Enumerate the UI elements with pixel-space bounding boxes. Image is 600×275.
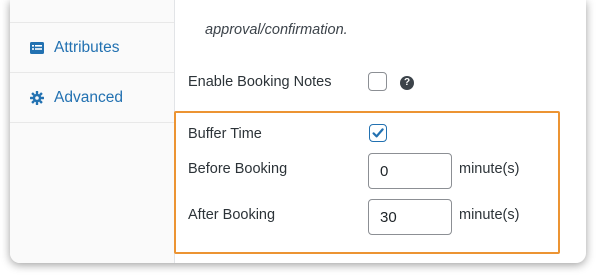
gear-icon [30,90,44,105]
sidebar-item-advanced[interactable]: Advanced [10,73,174,123]
after-booking-label: After Booking [188,207,276,223]
product-data-tabs: Attributes Advanced [10,0,175,263]
sidebar-item-attributes[interactable]: Attributes [10,23,174,73]
field-description-text: approval/confirmation. [205,22,348,38]
before-booking-input[interactable] [368,153,452,189]
sidebar-item-label: Attributes [54,38,120,56]
before-booking-label: Before Booking [188,161,288,177]
sidebar-item-label: Advanced [54,88,123,106]
buffer-time-checkbox[interactable] [369,124,387,142]
before-booking-unit: minute(s) [459,161,520,177]
enable-booking-notes-label: Enable Booking Notes [188,74,332,90]
after-booking-unit: minute(s) [459,207,520,223]
buffer-time-label: Buffer Time [188,126,262,142]
settings-panel: Attributes Advanced approval/confirmatio… [10,0,586,263]
enable-booking-notes-checkbox[interactable] [368,72,387,91]
list-table-icon [30,41,44,55]
help-tip-icon[interactable]: ? [400,76,414,90]
help-tip-glyph: ? [403,77,411,88]
after-booking-input[interactable] [368,199,452,235]
previous-tab-strip [10,0,174,23]
